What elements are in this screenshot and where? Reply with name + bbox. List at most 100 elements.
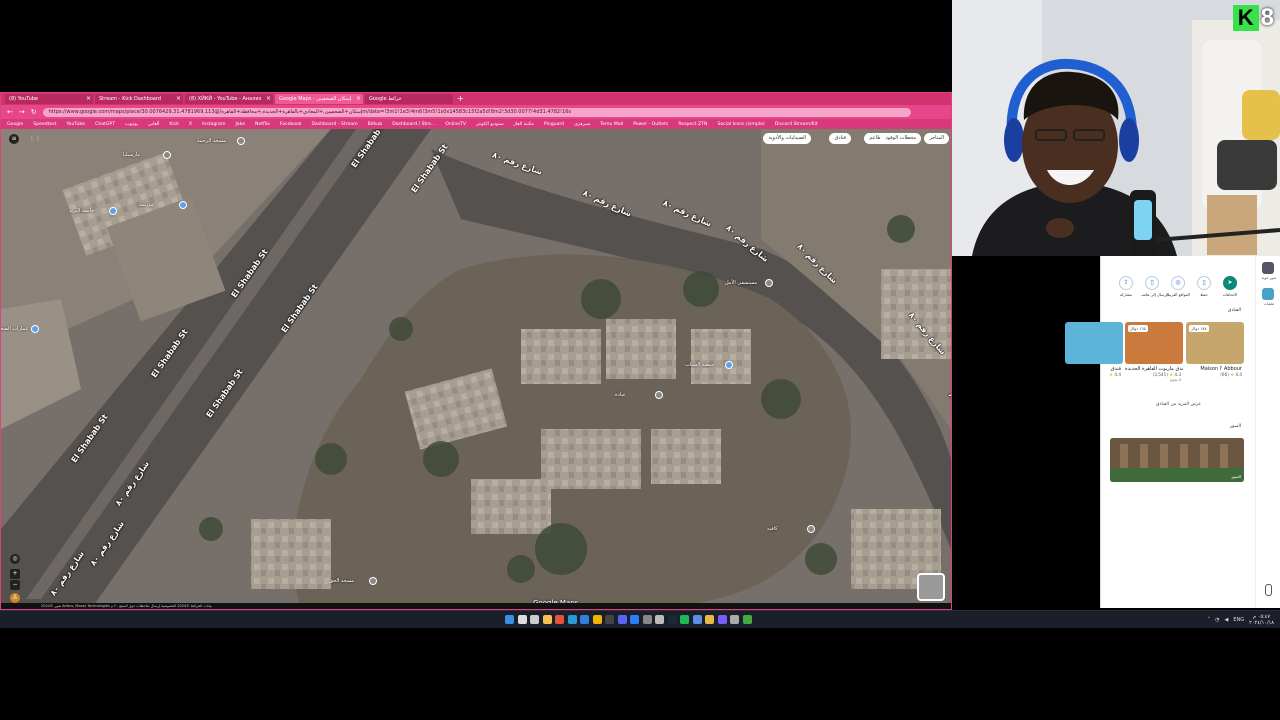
layers-icon[interactable]: [1262, 288, 1274, 300]
map-pin-icon[interactable]: [725, 361, 733, 369]
bookmark-item[interactable]: Pinguard: [544, 122, 564, 127]
map-pin-icon[interactable]: [369, 577, 377, 585]
new-tab-icon[interactable]: +: [457, 94, 464, 104]
bookmark-item[interactable]: Dashboard / Stre...: [392, 122, 435, 127]
volume-icon[interactable]: ◀: [1225, 617, 1229, 623]
game-icon[interactable]: [742, 615, 752, 624]
poi-label[interactable]: عمارات الصحفيين: [1, 326, 28, 332]
tab-youtube[interactable]: (8) YouTube ×: [5, 94, 93, 104]
language-indicator[interactable]: ENG: [1233, 617, 1244, 623]
action-phone[interactable]: ▯ الإرسال إلى هاتف: [1141, 276, 1169, 297]
reload-icon[interactable]: ↻: [31, 108, 37, 116]
bookmark-item[interactable]: Instagram: [202, 122, 225, 127]
map-pin-icon[interactable]: [163, 151, 171, 159]
steam-icon[interactable]: [667, 615, 677, 624]
file-explorer-icon[interactable]: [542, 615, 552, 624]
bookmark-item[interactable]: Speedtest: [33, 122, 56, 127]
zoom-in-button[interactable]: +: [10, 569, 20, 579]
taskview-icon[interactable]: [530, 615, 539, 624]
wifi-icon[interactable]: ◔: [1215, 617, 1219, 623]
bookmark-item[interactable]: ChatGPT: [95, 122, 115, 127]
category-chip[interactable]: الصيدليات والأدوية: [763, 133, 811, 144]
bookmark-item[interactable]: Netflix: [255, 122, 270, 127]
url-input[interactable]: https://www.google.com/maps/place/إسكان+…: [42, 107, 911, 117]
clock[interactable]: ٠٥:٤٧ م ٢٠٢٤/١٠/١٨: [1249, 614, 1274, 626]
zoom-out-button[interactable]: −: [10, 580, 20, 590]
poi-label[interactable]: مدرسة: [139, 202, 154, 208]
bookmark-item[interactable]: OnlineTV: [445, 122, 466, 127]
bookmark-item[interactable]: Temu Mall: [600, 122, 623, 127]
menu-icon[interactable]: ≡: [9, 134, 19, 144]
folder-icon[interactable]: [705, 615, 714, 624]
map-pin-icon[interactable]: [179, 201, 187, 209]
settings-icon[interactable]: [655, 615, 664, 624]
action-directions[interactable]: ➤ الاتجاهات: [1219, 276, 1241, 297]
map-pin-icon[interactable]: [31, 325, 39, 333]
bookmark-item[interactable]: YouTube: [66, 122, 85, 127]
photos-icon[interactable]: [692, 615, 702, 624]
store-icon[interactable]: [642, 615, 652, 624]
category-chip[interactable]: فنادق: [829, 133, 851, 144]
map-pin-icon[interactable]: [655, 391, 663, 399]
poi-label[interactable]: جامعة البريد: [69, 208, 94, 214]
hotel-card[interactable]: فندق ★ 4.4: [1065, 322, 1123, 396]
bookmark-item[interactable]: يوتيوب: [125, 122, 138, 127]
poi-label[interactable]: عيادة: [615, 392, 626, 398]
close-icon[interactable]: ×: [86, 94, 91, 104]
bookmark-item[interactable]: ستوديو الكونتر: [476, 122, 504, 127]
phone-icon[interactable]: [1265, 584, 1272, 596]
start-icon[interactable]: [505, 615, 514, 624]
map-pin-icon[interactable]: [237, 137, 245, 145]
poi-label[interactable]: جمعية الشباب: [685, 362, 714, 368]
chat-icon[interactable]: [717, 615, 727, 624]
forward-icon[interactable]: →: [19, 108, 25, 116]
office-icon[interactable]: [555, 615, 564, 624]
back-icon[interactable]: ←: [7, 108, 13, 116]
bookmark-item[interactable]: سيرفري: [574, 122, 590, 127]
map-pin-icon[interactable]: [109, 207, 117, 215]
satellite-icon[interactable]: [1262, 262, 1274, 274]
bookmark-item[interactable]: Discord Stream/Kit: [775, 122, 818, 127]
close-icon[interactable]: ×: [176, 94, 181, 104]
layers-button[interactable]: [917, 573, 945, 601]
mail-icon[interactable]: [630, 615, 639, 624]
hotel-card[interactable]: ١٧٨ دولار Maison l' Abbour (66) ★ 4.4: [1186, 322, 1244, 396]
poi-label[interactable]: كافيه: [767, 526, 777, 532]
map-pin-icon[interactable]: [765, 279, 773, 287]
location-icon[interactable]: ◎: [10, 554, 20, 564]
apps-icon[interactable]: ⋮⋮: [29, 134, 41, 144]
bookmark-item[interactable]: Dashboard - Stream: [311, 122, 357, 127]
tab-kick[interactable]: Stream - Kick Dashboard ×: [95, 94, 183, 104]
gear-icon[interactable]: [730, 615, 739, 624]
chevron-up-icon[interactable]: ˄: [1208, 617, 1211, 623]
vscode-icon[interactable]: [580, 615, 589, 624]
poi-label[interactable]: مسجد الحق: [329, 578, 354, 584]
bookmark-item[interactable]: Power - Outlets: [633, 122, 668, 127]
bookmark-item[interactable]: Bitkub: [368, 122, 383, 127]
poi-label[interactable]: مسجد الرحمة: [197, 138, 226, 144]
satellite-map[interactable]: El Shabab St El Shabab St El Shabab St El S…: [1, 129, 951, 609]
place-photo[interactable]: الصور: [1110, 438, 1244, 482]
bookmark-item[interactable]: Jake: [235, 122, 245, 127]
action-bookmark[interactable]: ▯ حفظ: [1193, 276, 1215, 297]
discord-icon[interactable]: [617, 615, 627, 624]
see-more-link[interactable]: عرض المزيد من الفنادق: [1101, 402, 1256, 407]
tab-youtube-2[interactable]: (8) ХЙКЙ - YouTube - Анализ ×: [185, 94, 273, 104]
pegman-icon[interactable]: ♙: [10, 593, 20, 603]
chrome-icon[interactable]: [592, 615, 602, 624]
bookmark-item[interactable]: Facebook: [280, 122, 302, 127]
action-share[interactable]: ⇪ مشاركة: [1115, 276, 1137, 297]
bookmark-item[interactable]: Google: [7, 122, 23, 127]
bookmark-item[interactable]: ألعابي: [148, 122, 159, 127]
obs-icon[interactable]: [605, 615, 614, 624]
map-pin-icon[interactable]: [807, 525, 815, 533]
bookmark-item[interactable]: Respect ZTN: [678, 122, 707, 127]
close-icon[interactable]: ×: [356, 94, 361, 104]
close-icon[interactable]: ×: [266, 94, 271, 104]
bookmark-item[interactable]: مكتبة الغاز: [514, 122, 534, 127]
poi-label[interactable]: مستشفى الأمل: [725, 280, 757, 286]
category-chip[interactable]: المتاجر: [924, 133, 949, 144]
bookmark-item[interactable]: Social Icons (simple): [717, 122, 764, 127]
bookmark-item[interactable]: X: [189, 122, 192, 127]
poi-label[interactable]: مارسيليا: [123, 152, 140, 158]
